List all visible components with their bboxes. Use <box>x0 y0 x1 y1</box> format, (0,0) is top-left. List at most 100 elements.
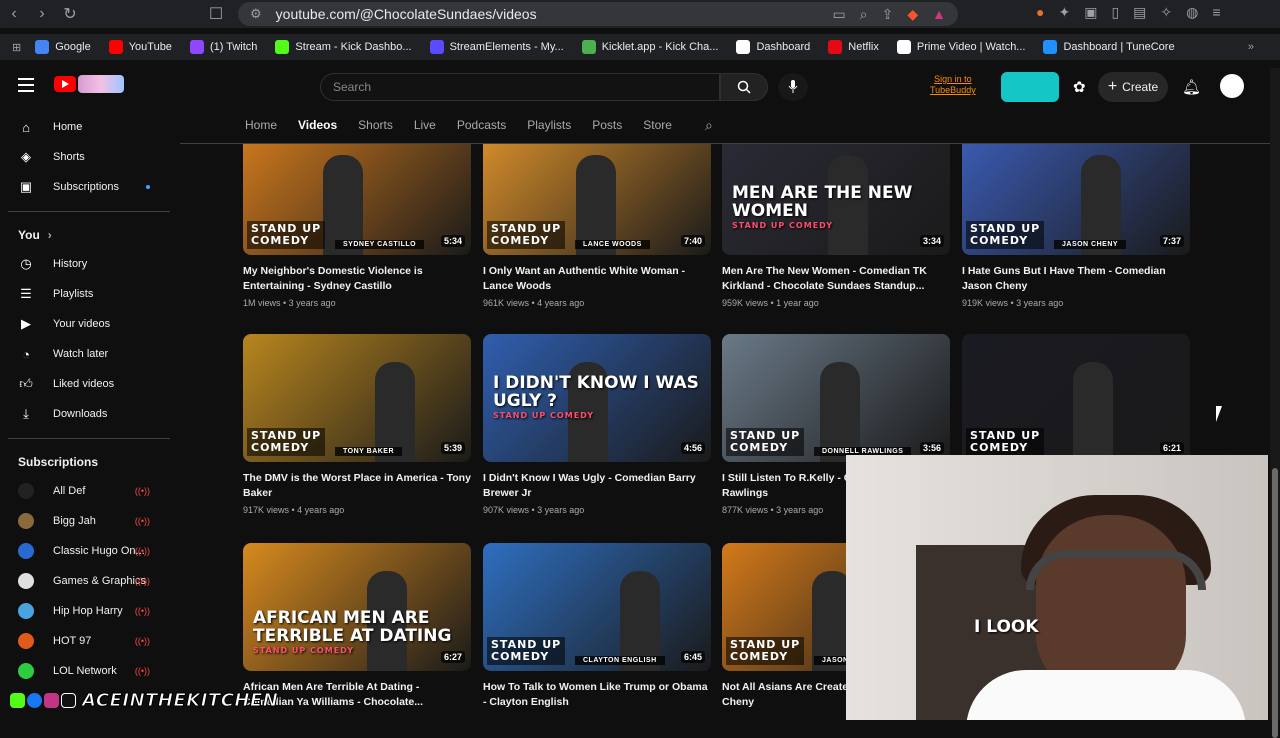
tab-podcasts[interactable]: Podcasts <box>457 118 506 134</box>
search-button[interactable] <box>720 73 768 101</box>
youtube-logo-icon[interactable] <box>54 76 76 92</box>
wallet-icon[interactable]: ▤ <box>1133 4 1146 21</box>
sidebar-item-history[interactable]: ◷ History <box>0 249 178 279</box>
video-title[interactable]: I Hate Guns But I Have Them - Comedian J… <box>962 264 1190 294</box>
create-button[interactable]: + Create <box>1098 72 1168 102</box>
youtube-doodle[interactable] <box>78 75 124 93</box>
sidebar-item-classic-hugo-on[interactable]: Classic Hugo On... ((•)) <box>0 536 178 566</box>
tab-videos[interactable]: Videos <box>298 118 337 134</box>
video-duration: 6:27 <box>440 651 465 663</box>
extensions-icon[interactable]: ✦ <box>1058 4 1070 21</box>
site-info-icon[interactable]: ⚙ <box>250 6 262 22</box>
sidebar-item-playlists[interactable]: ☰ Playlists <box>0 279 178 309</box>
sidebar-item-games-graphics[interactable]: Games & Graphics ((•)) <box>0 566 178 596</box>
brave-shield-icon[interactable]: ◆ <box>907 6 918 23</box>
tab-store[interactable]: Store <box>643 118 672 134</box>
leo-icon[interactable]: ✧ <box>1160 4 1172 21</box>
tab-playlists[interactable]: Playlists <box>527 118 571 134</box>
video-card[interactable]: STAND UP COMEDY CLAYTON ENGLISH 6:45 How To … <box>483 543 711 714</box>
sidebar-item-lol-network[interactable]: LOL Network ((•)) <box>0 656 178 686</box>
bookmark-item[interactable]: Dashboard | TuneCore <box>1043 40 1175 54</box>
video-thumbnail[interactable]: STAND UP COMEDY CLAYTON ENGLISH 6:45 <box>483 543 711 671</box>
sidebar-item-your-videos[interactable]: ▶ Your videos <box>0 309 178 339</box>
guide-sidebar: ⌂ Home ◈ Shorts ▣ Subscriptions You › ◷ Histor… <box>0 112 178 720</box>
video-thumbnail[interactable]: AFRICAN MEN ARE TERRIBLE AT DATING STAND … <box>243 543 471 671</box>
account-avatar[interactable] <box>1220 74 1244 98</box>
brave-rewards-icon[interactable]: ▲ <box>932 6 946 23</box>
overlay-subtitle: STAND UP COMEDY <box>732 221 834 230</box>
sidebar-item-liked-videos[interactable]: 👍︎ Liked videos <box>0 369 178 399</box>
tab-shorts[interactable]: Shorts <box>358 118 393 134</box>
bookmark-item[interactable]: Stream - Kick Dashbo... <box>275 40 412 54</box>
notifications-bell-icon[interactable]: 🔔︎ <box>1182 78 1201 96</box>
more-bookmarks-icon[interactable]: » <box>1248 41 1254 53</box>
stand-up-comedy-badge: STAND UP COMEDY <box>247 428 326 456</box>
you-section-heading[interactable]: You › <box>0 221 178 249</box>
video-card[interactable]: I DIDN'T KNOW I WAS UGLY ? STAND UP COMED… <box>483 334 711 515</box>
tab-posts[interactable]: Posts <box>592 118 622 134</box>
sidebar-item-hot-97[interactable]: HOT 97 ((•)) <box>0 626 178 656</box>
guide-menu-icon[interactable] <box>18 78 34 92</box>
video-title[interactable]: I Didn't Know I Was Ugly - Comedian Barr… <box>483 471 711 501</box>
video-thumbnail[interactable]: STAND UP COMEDY LANCE WOODS 7:40 <box>483 144 711 255</box>
video-card[interactable]: MEN ARE THE NEW WOMEN STAND UP COMEDY 3:34… <box>722 144 950 308</box>
search-input[interactable]: Search <box>320 73 720 101</box>
sidebar-item-hip-hop-harry[interactable]: Hip Hop Harry ((•)) <box>0 596 178 626</box>
bookmark-item[interactable]: Prime Video | Watch... <box>896 40 1025 54</box>
sidebar-item-home[interactable]: ⌂ Home <box>0 112 178 142</box>
channel-search-icon[interactable]: ⌕ <box>705 117 713 134</box>
video-thumbnail[interactable]: I DIDN'T KNOW I WAS UGLY ? STAND UP COMED… <box>483 334 711 462</box>
tubebuddy-button[interactable] <box>1001 72 1059 102</box>
sidebar-icon[interactable]: ▯ <box>1111 4 1119 21</box>
tab-home[interactable]: Home <box>245 118 277 134</box>
bookmark-item[interactable]: Dashboard <box>736 40 810 54</box>
video-title[interactable]: Men Are The New Women - Comedian TK Kirk… <box>722 264 950 294</box>
sidebar-item-label: Shorts <box>53 151 85 163</box>
video-card[interactable]: STAND UP COMEDY LANCE WOODS 7:40 I Only Want… <box>483 144 711 308</box>
bookmark-item[interactable]: Kicklet.app - Kick Cha... <box>581 40 718 54</box>
voice-search-button[interactable] <box>778 73 808 101</box>
video-title[interactable]: How To Talk to Women Like Trump or Obama… <box>483 680 711 710</box>
apps-grid-icon[interactable]: ⊞ <box>12 41 21 54</box>
bookmark-item[interactable]: StreamElements - My... <box>429 40 564 54</box>
video-thumbnail[interactable]: STAND UP COMEDY DONNELL RAWLINGS 3:56 <box>722 334 950 462</box>
bookmark-icon[interactable]: ☐ <box>202 0 230 28</box>
sidebar-item-subscriptions[interactable]: ▣ Subscriptions <box>0 172 178 202</box>
tubebuddy-signin-link[interactable]: Sign in to TubeBuddy <box>930 74 976 96</box>
tab-live[interactable]: Live <box>414 118 436 134</box>
video-thumbnail[interactable]: MEN ARE THE NEW WOMEN STAND UP COMEDY 3:34 <box>722 144 950 255</box>
share-icon[interactable]: ⇪ <box>882 6 894 23</box>
media-icon[interactable]: ▣ <box>1084 4 1097 21</box>
video-card[interactable]: STAND UP COMEDY SYDNEY CASTILLO 5:34 My Neig… <box>243 144 471 308</box>
video-title[interactable]: The DMV is the Worst Place in America - … <box>243 471 471 501</box>
bookmark-item[interactable]: (1) Twitch <box>189 40 257 54</box>
video-thumbnail[interactable]: STAND UP COMEDY SYDNEY CASTILLO 5:34 <box>243 144 471 255</box>
bookmark-item[interactable]: YouTube <box>108 40 172 54</box>
video-title[interactable]: I Only Want an Authentic White Woman - L… <box>483 264 711 294</box>
extension-fox-icon[interactable]: ● <box>1036 4 1044 21</box>
sidebar-item-downloads[interactable]: ⤓ Downloads <box>0 399 178 429</box>
vpn-icon[interactable]: ◍ <box>1186 4 1198 21</box>
video-thumbnail[interactable]: STAND UP COMEDY 6:21 <box>962 334 1190 462</box>
reload-icon[interactable]: ↻ <box>56 0 84 28</box>
video-thumbnail[interactable]: STAND UP COMEDY JASON CHENY 7:37 <box>962 144 1190 255</box>
install-icon[interactable]: ▭ <box>833 6 846 23</box>
bookmark-item[interactable]: Google <box>35 40 91 54</box>
bookmark-item[interactable]: Netflix <box>828 40 879 54</box>
video-title[interactable]: My Neighbor's Domestic Violence is Enter… <box>243 264 471 294</box>
address-bar[interactable]: ⚙ youtube.com/@ChocolateSundaes/videos ▭… <box>238 2 958 26</box>
zoom-icon[interactable]: ⌕ <box>860 6 868 23</box>
video-card[interactable]: STAND UP COMEDY JASON CHENY 7:37 I Hate Guns… <box>962 144 1190 308</box>
page-scrollbar[interactable] <box>1270 68 1280 738</box>
menu-icon[interactable]: ≡ <box>1212 4 1220 21</box>
sidebar-item-bigg-jah[interactable]: Bigg Jah ((•)) <box>0 506 178 536</box>
video-thumbnail[interactable]: STAND UP COMEDY TONY BAKER 5:39 <box>243 334 471 462</box>
forward-icon[interactable]: › <box>28 0 56 28</box>
sidebar-item-shorts[interactable]: ◈ Shorts <box>0 142 178 172</box>
video-card[interactable]: STAND UP COMEDY TONY BAKER 5:39 The DMV is t… <box>243 334 471 515</box>
sidebar-item-all-def[interactable]: All Def ((•)) <box>0 476 178 506</box>
back-icon[interactable]: ‹ <box>0 0 28 28</box>
sidebar-item-watch-later[interactable]: ◔ Watch later <box>0 339 178 369</box>
scrollbar-thumb[interactable] <box>1272 468 1278 738</box>
gemini-icon[interactable]: ✿ <box>1073 78 1086 96</box>
